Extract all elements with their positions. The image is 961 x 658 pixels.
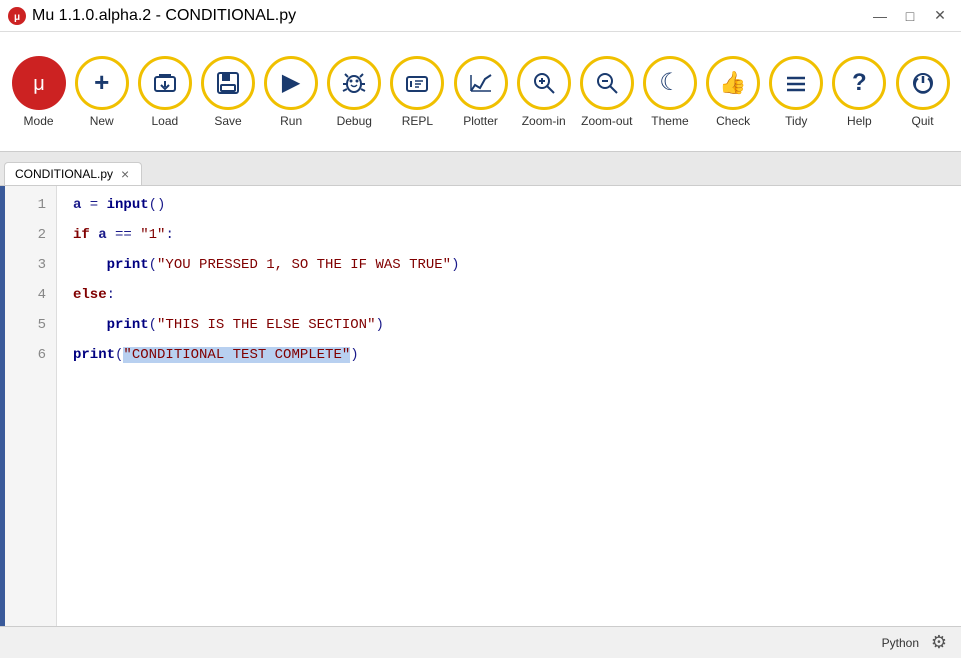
toolbar: μ Mode + New Load (0, 32, 961, 152)
svg-text:μ: μ (33, 73, 45, 95)
debug-icon (340, 69, 368, 97)
quit-label: Quit (912, 114, 934, 128)
titlebar: μ Mu 1.1.0.alpha.2 - CONDITIONAL.py — □ … (0, 0, 961, 32)
mode-label: Mode (24, 114, 54, 128)
help-label: Help (847, 114, 872, 128)
status-mode-label: Python (882, 636, 919, 650)
titlebar-title: Mu 1.1.0.alpha.2 - CONDITIONAL.py (32, 7, 296, 25)
titlebar-controls: — □ ✕ (867, 6, 953, 26)
tidy-icon (782, 69, 810, 97)
help-icon-circle: ? (832, 56, 886, 110)
plotter-button[interactable]: Plotter (450, 42, 511, 142)
line-num-5: 5 (38, 310, 46, 340)
code-line-2: if a == "1": (73, 220, 961, 250)
line-num-4: 4 (38, 280, 46, 310)
theme-icon-circle: ☾ (643, 56, 697, 110)
help-icon: ? (852, 69, 867, 97)
repl-button[interactable]: REPL (387, 42, 448, 142)
close-button[interactable]: ✕ (927, 6, 953, 26)
plotter-icon (467, 69, 495, 97)
svg-text:μ: μ (14, 12, 20, 23)
load-icon (151, 69, 179, 97)
editor-area: 1 2 3 4 5 6 a = input() if a == "1": pri… (0, 186, 961, 626)
tidy-label: Tidy (785, 114, 807, 128)
zoom-out-button[interactable]: Zoom-out (576, 42, 637, 142)
file-tab[interactable]: CONDITIONAL.py × (4, 162, 142, 185)
save-label: Save (214, 114, 241, 128)
quit-button[interactable]: Quit (892, 42, 953, 142)
debug-label: Debug (337, 114, 372, 128)
zoom-out-icon (593, 69, 621, 97)
mode-snake-icon: μ (24, 68, 54, 98)
check-icon-circle: 👍 (706, 56, 760, 110)
load-label: Load (152, 114, 179, 128)
mode-button[interactable]: μ Mode (8, 42, 69, 142)
line-num-1: 1 (38, 190, 46, 220)
theme-label: Theme (651, 114, 688, 128)
maximize-button[interactable]: □ (897, 6, 923, 26)
debug-button[interactable]: Debug (324, 42, 385, 142)
run-button[interactable]: ▶ Run (261, 42, 322, 142)
tidy-icon-circle (769, 56, 823, 110)
help-button[interactable]: ? Help (829, 42, 890, 142)
mu-logo-icon: μ (8, 7, 26, 25)
code-line-3: print("YOU PRESSED 1, SO THE IF WAS TRUE… (73, 250, 961, 280)
code-area[interactable]: a = input() if a == "1": print("YOU PRES… (57, 186, 961, 626)
repl-icon-circle (390, 56, 444, 110)
run-icon-circle: ▶ (264, 56, 318, 110)
zoom-out-label: Zoom-out (581, 114, 632, 128)
tab-filename: CONDITIONAL.py (15, 167, 113, 181)
theme-button[interactable]: ☾ Theme (639, 42, 700, 142)
zoom-in-icon (530, 69, 558, 97)
load-icon-circle (138, 56, 192, 110)
check-icon: 👍 (719, 70, 746, 96)
new-button[interactable]: + New (71, 42, 132, 142)
repl-label: REPL (402, 114, 433, 128)
tabs-bar: CONDITIONAL.py × (0, 152, 961, 186)
zoom-in-icon-circle (517, 56, 571, 110)
check-label: Check (716, 114, 750, 128)
code-line-4: else: (73, 280, 961, 310)
zoom-in-button[interactable]: Zoom-in (513, 42, 574, 142)
save-icon (214, 69, 242, 97)
save-button[interactable]: Save (197, 42, 258, 142)
zoom-in-label: Zoom-in (522, 114, 566, 128)
new-icon: + (94, 67, 109, 98)
line-num-6: 6 (38, 340, 46, 370)
run-icon: ▶ (282, 68, 300, 97)
settings-gear-button[interactable]: ⚙ (927, 631, 951, 655)
line-num-3: 3 (38, 250, 46, 280)
plotter-icon-circle (454, 56, 508, 110)
repl-icon (403, 69, 431, 97)
tidy-button[interactable]: Tidy (766, 42, 827, 142)
mode-icon: μ (12, 56, 66, 110)
theme-icon: ☾ (659, 68, 681, 97)
load-button[interactable]: Load (134, 42, 195, 142)
statusbar: Python ⚙ (0, 626, 961, 658)
new-label: New (90, 114, 114, 128)
minimize-button[interactable]: — (867, 6, 893, 26)
left-accent-bar (0, 186, 5, 626)
code-line-5: print("THIS IS THE ELSE SECTION") (73, 310, 961, 340)
line-num-2: 2 (38, 220, 46, 250)
code-line-6: print("CONDITIONAL TEST COMPLETE") (73, 340, 961, 370)
run-label: Run (280, 114, 302, 128)
quit-icon (909, 69, 937, 97)
titlebar-left: μ Mu 1.1.0.alpha.2 - CONDITIONAL.py (8, 7, 296, 25)
debug-icon-circle (327, 56, 381, 110)
plotter-label: Plotter (463, 114, 498, 128)
code-line-1: a = input() (73, 190, 961, 220)
check-button[interactable]: 👍 Check (703, 42, 764, 142)
line-numbers: 1 2 3 4 5 6 (5, 186, 57, 626)
tab-close-button[interactable]: × (119, 167, 131, 181)
zoom-out-icon-circle (580, 56, 634, 110)
new-icon-circle: + (75, 56, 129, 110)
save-icon-circle (201, 56, 255, 110)
quit-icon-circle (896, 56, 950, 110)
